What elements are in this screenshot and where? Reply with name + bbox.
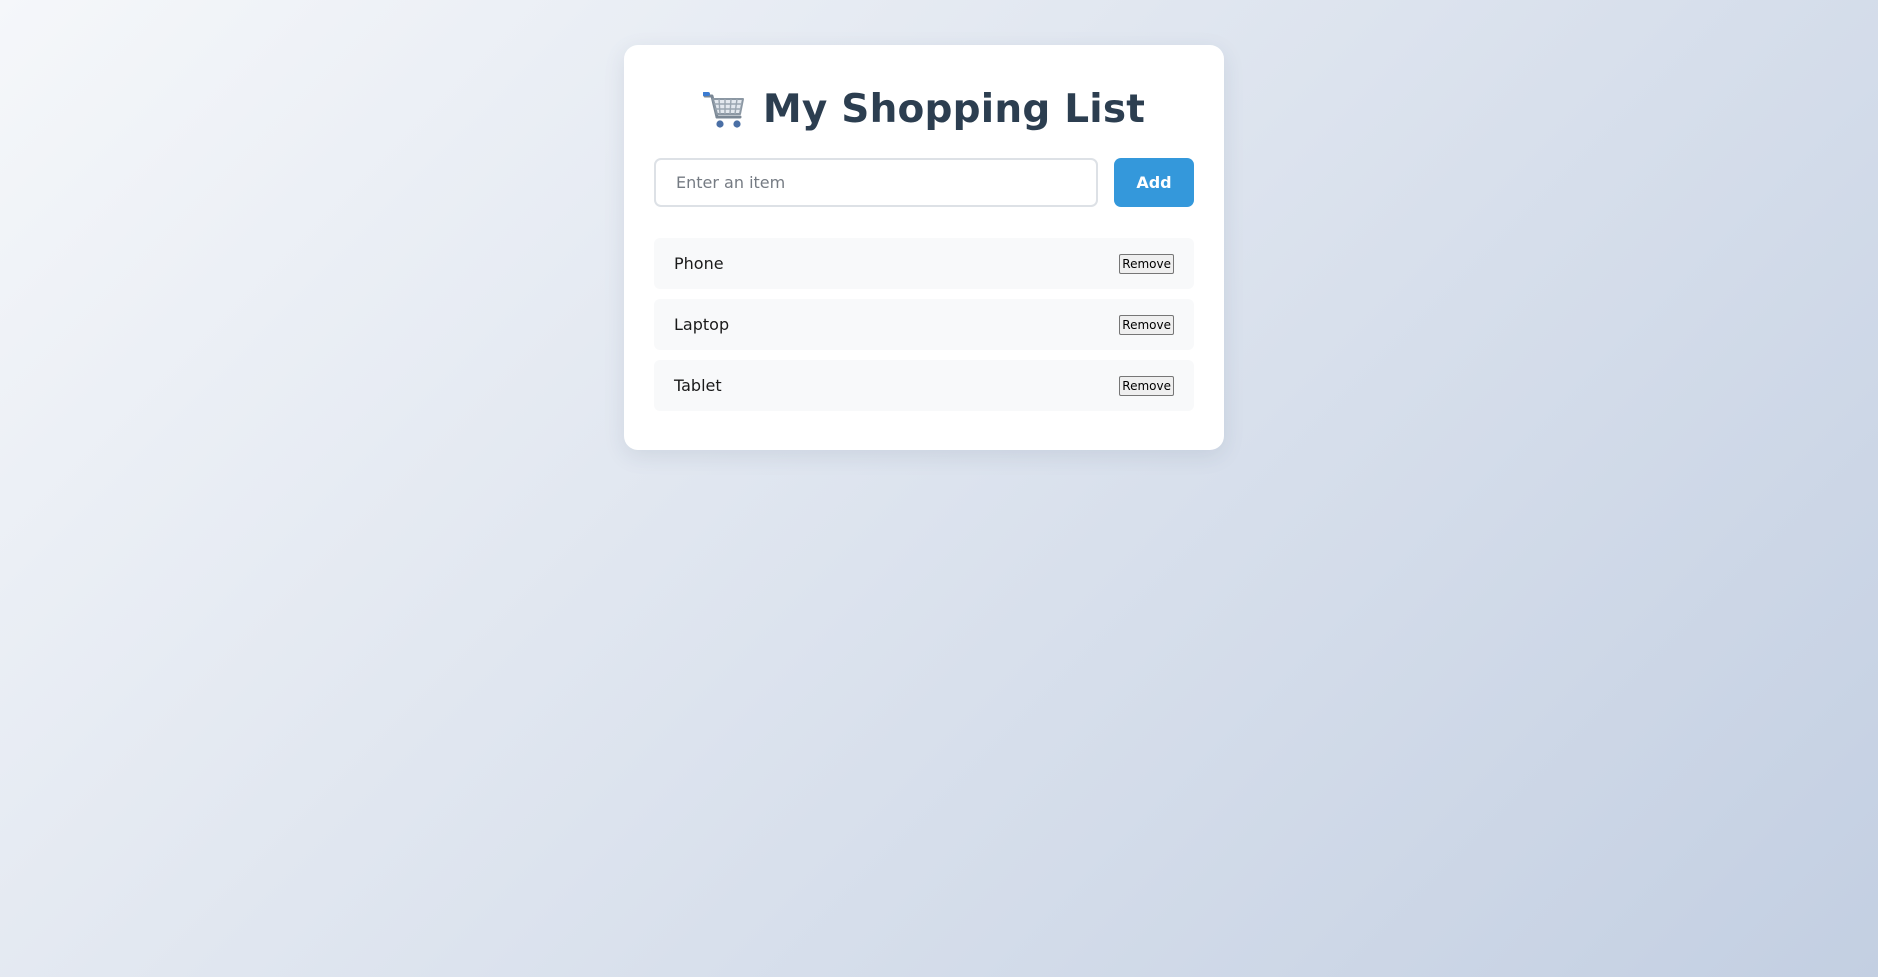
list-item: Tablet Remove [654,360,1194,411]
add-button[interactable]: Add [1114,158,1194,207]
page-title: My Shopping List [762,86,1146,132]
item-name: Laptop [674,315,730,334]
remove-button[interactable]: Remove [1119,314,1174,335]
remove-button[interactable]: Remove [1119,253,1174,274]
item-list: Phone Remove Laptop Remove Tablet Remove [654,238,1194,421]
add-item-form: Add [654,158,1194,207]
list-item: Laptop Remove [654,299,1194,350]
title-row: My Shopping List [624,79,1224,139]
item-name: Phone [674,254,724,273]
item-name: Tablet [674,376,722,395]
shopping-list-card: My Shopping List Add Phone Remove Laptop… [624,45,1224,450]
shopping-cart-icon [701,87,747,131]
remove-button[interactable]: Remove [1119,375,1174,396]
item-input[interactable] [654,158,1098,207]
list-item: Phone Remove [654,238,1194,289]
